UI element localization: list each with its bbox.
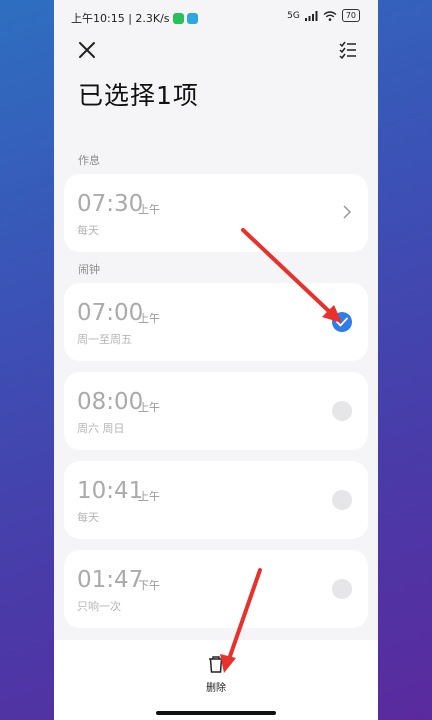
bottom-action-bar: 删除	[54, 640, 378, 720]
wifi-icon	[323, 10, 337, 21]
page-title: 已选择1项	[78, 81, 199, 110]
battery-indicator: 70	[341, 9, 360, 22]
rest-schedule-card[interactable]: 07:30 上午 每天	[64, 174, 368, 252]
alarm-card[interactable]: 01:47 下午 只响一次	[64, 550, 368, 628]
alarm-ampm: 上午	[138, 312, 160, 325]
alarm-time: 10:41	[77, 478, 144, 504]
network-type: 5G	[287, 10, 300, 21]
alarm-time: 08:00	[77, 389, 144, 415]
close-icon[interactable]	[76, 39, 98, 61]
status-time: 上午10:15 | 2.3K/s	[71, 12, 170, 25]
app-notification-icon	[186, 12, 198, 24]
alarm-select-checkbox-checked[interactable]	[332, 312, 352, 332]
top-toolbar	[54, 36, 378, 66]
section-label-rest: 作息	[78, 154, 100, 167]
alarm-card[interactable]: 10:41 上午 每天	[64, 461, 368, 539]
alarm-time: 07:30	[77, 191, 144, 217]
alarm-card[interactable]: 07:00 上午 周一至周五	[64, 283, 368, 361]
section-label-alarm: 闹钟	[78, 263, 100, 276]
alarm-repeat: 每天	[77, 511, 99, 524]
chevron-right-icon	[343, 205, 352, 219]
alarm-select-checkbox[interactable]	[332, 490, 352, 510]
signal-icon	[304, 10, 318, 21]
alarm-ampm: 下午	[138, 579, 160, 592]
home-indicator[interactable]	[156, 711, 276, 715]
alarm-select-checkbox[interactable]	[332, 401, 352, 421]
alarm-ampm: 上午	[138, 203, 160, 216]
trash-icon	[209, 656, 223, 673]
wechat-notification-icon	[172, 12, 184, 24]
phone-screen: 上午10:15 | 2.3K/s 5G 70 已选择1项 作息 07:30 上午…	[54, 0, 378, 720]
delete-button[interactable]: 删除	[199, 656, 233, 696]
status-bar: 上午10:15 | 2.3K/s 5G 70	[54, 0, 378, 34]
alarm-time: 07:00	[77, 300, 144, 326]
alarm-ampm: 上午	[138, 401, 160, 414]
select-all-icon[interactable]	[338, 40, 358, 60]
alarm-select-checkbox[interactable]	[332, 579, 352, 599]
alarm-repeat: 每天	[77, 224, 99, 237]
alarm-card[interactable]: 08:00 上午 周六 周日	[64, 372, 368, 450]
checkmark-icon	[336, 317, 348, 327]
alarm-ampm: 上午	[138, 490, 160, 503]
alarm-repeat: 周六 周日	[77, 422, 125, 435]
alarm-repeat: 只响一次	[77, 600, 121, 613]
alarm-time: 01:47	[77, 567, 144, 593]
delete-label: 删除	[206, 683, 226, 694]
alarm-repeat: 周一至周五	[77, 333, 132, 346]
